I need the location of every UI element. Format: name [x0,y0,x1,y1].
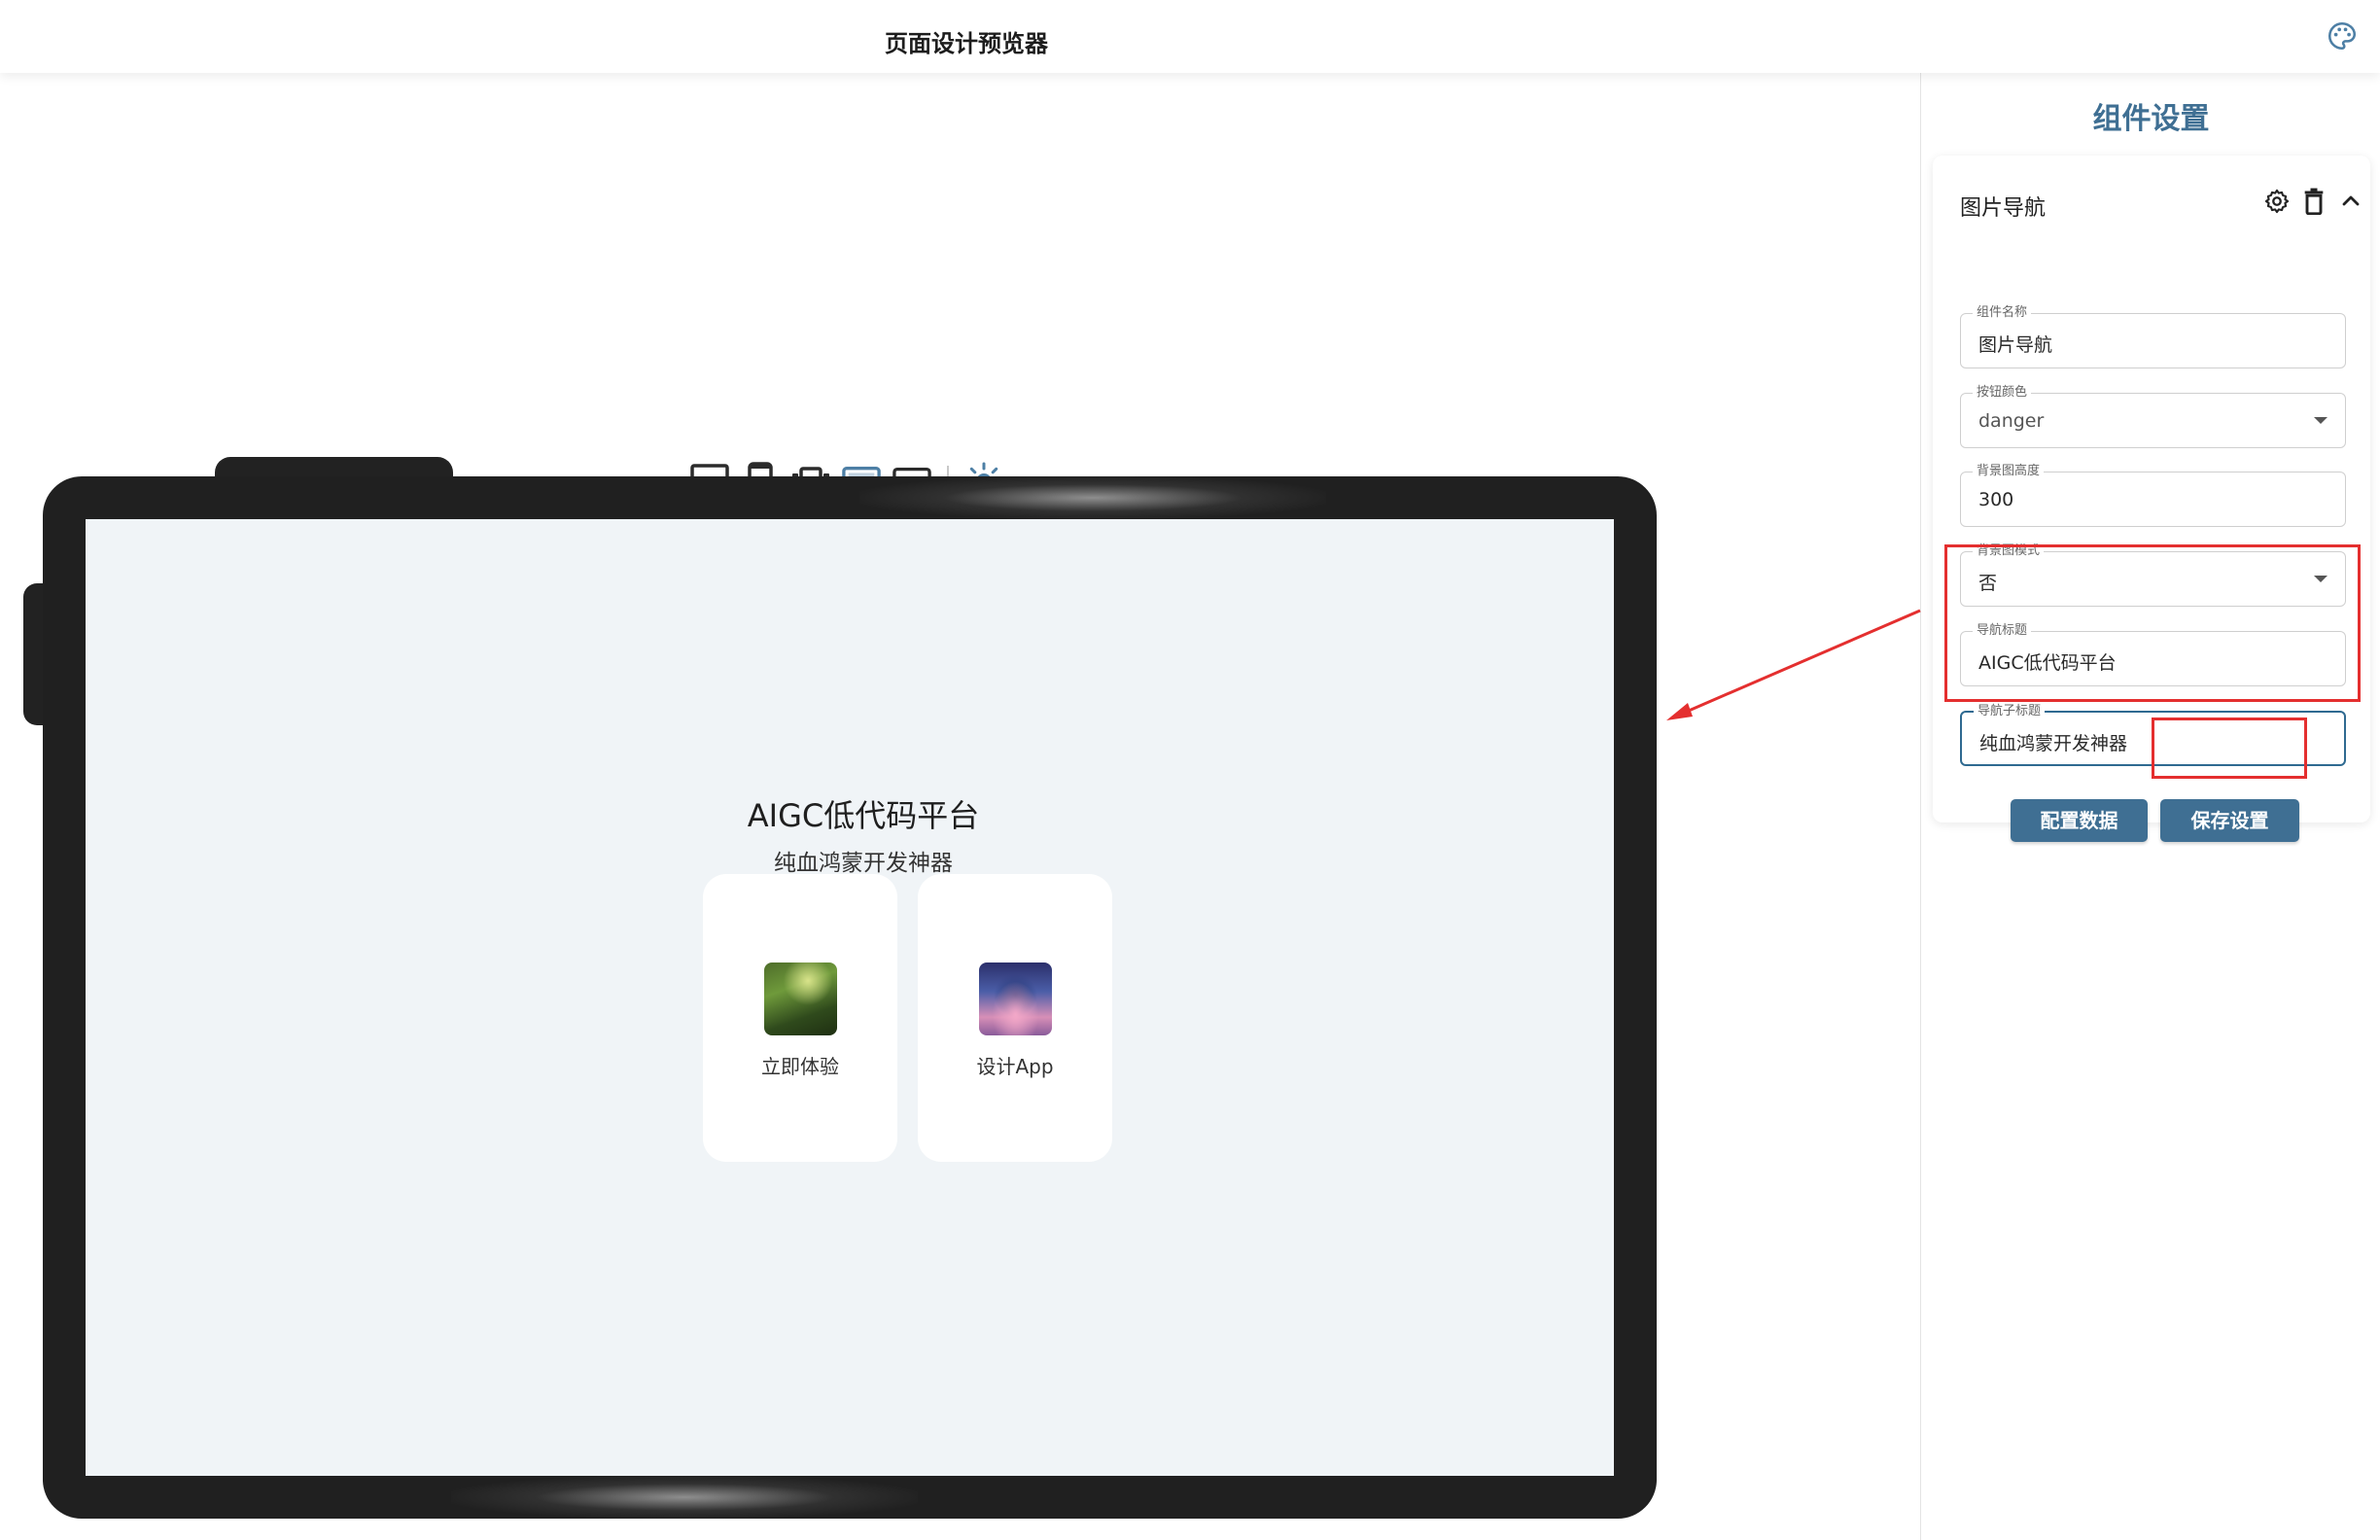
settings-panel: 组件设置 图片导航 组件名称 图片导航 按钮颜色 danger 背景图高度 30… [1920,73,2380,1540]
config-data-button[interactable]: 配置数据 [2011,799,2148,842]
tablet-frame: AIGC低代码平台 纯血鸿蒙开发神器 立即体验 设计App [43,476,1657,1519]
panel-title: 组件设置 [2092,102,2210,136]
nav-title: AIGC低代码平台 [747,797,980,834]
trash-icon[interactable] [2298,186,2329,217]
page-title: 页面设计预览器 [885,30,1048,57]
component-header-title: 图片导航 [1960,196,2047,221]
card-label: 立即体验 [761,1055,839,1078]
button-color-select[interactable]: 按钮颜色 danger [1960,385,2346,448]
field-value: 纯血鸿蒙开发神器 [1979,733,2128,754]
gear-icon[interactable] [2261,186,2292,217]
card-header-actions [2261,186,2366,217]
top-header: 页面设计预览器 [0,0,2380,73]
save-settings-button[interactable]: 保存设置 [2160,799,2299,842]
component-name-field[interactable]: 组件名称 图片导航 [1960,305,2346,368]
palette-icon[interactable] [2326,19,2359,52]
field-label: 组件名称 [1973,305,2032,321]
field-value: 300 [1978,489,2014,510]
nav-subtitle: 纯血鸿蒙开发神器 [774,851,953,876]
floating-castle-image [979,962,1052,1035]
caret-down-icon [2314,417,2328,424]
highlight-nav-fields [1944,544,2361,702]
field-label: 按钮颜色 [1973,385,2032,401]
bg-height-field[interactable]: 背景图高度 300 [1960,464,2346,527]
nav-card-design-app[interactable]: 设计App [918,874,1112,1162]
chevron-up-icon[interactable] [2335,186,2366,217]
field-value: danger [1978,410,2045,432]
highlight-save-button [2152,718,2307,779]
tablet-screen: AIGC低代码平台 纯血鸿蒙开发神器 立即体验 设计App [86,519,1614,1476]
field-value: 图片导航 [1978,334,2053,356]
field-label: 背景图高度 [1973,464,2045,479]
field-label: 导航子标题 [1974,704,2046,719]
card-label: 设计App [976,1055,1054,1078]
nav-card-try-now[interactable]: 立即体验 [703,874,897,1162]
green-plant-image [764,962,837,1035]
